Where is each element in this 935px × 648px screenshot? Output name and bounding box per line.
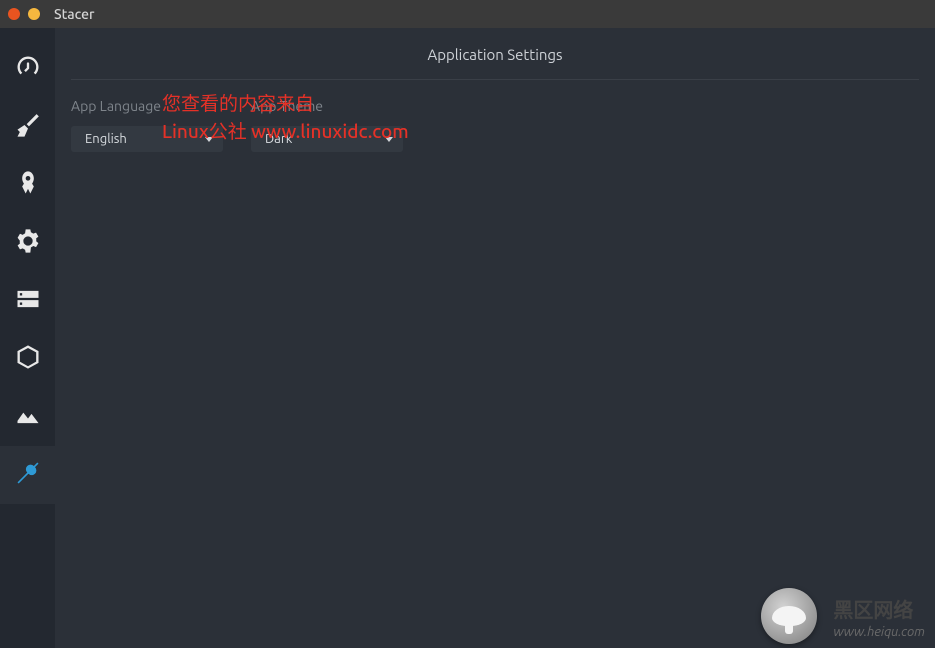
sidebar-item-resources[interactable]	[0, 388, 55, 446]
app-theme-label: App Theme	[251, 98, 403, 114]
window-controls	[8, 8, 40, 20]
settings-icon	[14, 459, 42, 491]
minimize-icon[interactable]	[28, 8, 40, 20]
close-icon[interactable]	[8, 8, 20, 20]
cleaner-icon	[14, 111, 42, 143]
sidebar-item-services[interactable]	[0, 214, 55, 272]
packages-icon	[14, 343, 42, 375]
sidebar-item-settings[interactable]	[0, 446, 55, 504]
sidebar-item-dashboard[interactable]	[0, 40, 55, 98]
app-title: Stacer	[54, 6, 95, 22]
app-theme-select[interactable]: Dark	[251, 126, 403, 152]
startup-icon	[14, 169, 42, 201]
titlebar: Stacer	[0, 0, 935, 28]
sidebar-item-startup[interactable]	[0, 156, 55, 214]
sidebar	[0, 28, 55, 648]
app-theme-group: App Theme Dark	[251, 98, 403, 152]
resources-icon	[14, 401, 42, 433]
app-language-label: App Language	[71, 98, 223, 114]
dashboard-icon	[14, 53, 42, 85]
content-area: Application Settings App Language Englis…	[55, 28, 935, 648]
chevron-down-icon	[385, 137, 393, 142]
settings-row: App Language English App Theme Dark	[71, 98, 919, 152]
app-language-select[interactable]: English	[71, 126, 223, 152]
page-title: Application Settings	[71, 40, 919, 80]
sidebar-item-cleaner[interactable]	[0, 98, 55, 156]
sidebar-item-packages[interactable]	[0, 330, 55, 388]
processes-icon	[14, 285, 42, 317]
chevron-down-icon	[205, 137, 213, 142]
services-icon	[14, 227, 42, 259]
sidebar-item-processes[interactable]	[0, 272, 55, 330]
app-language-value: English	[85, 132, 127, 146]
app-language-group: App Language English	[71, 98, 223, 152]
app-theme-value: Dark	[265, 132, 292, 146]
